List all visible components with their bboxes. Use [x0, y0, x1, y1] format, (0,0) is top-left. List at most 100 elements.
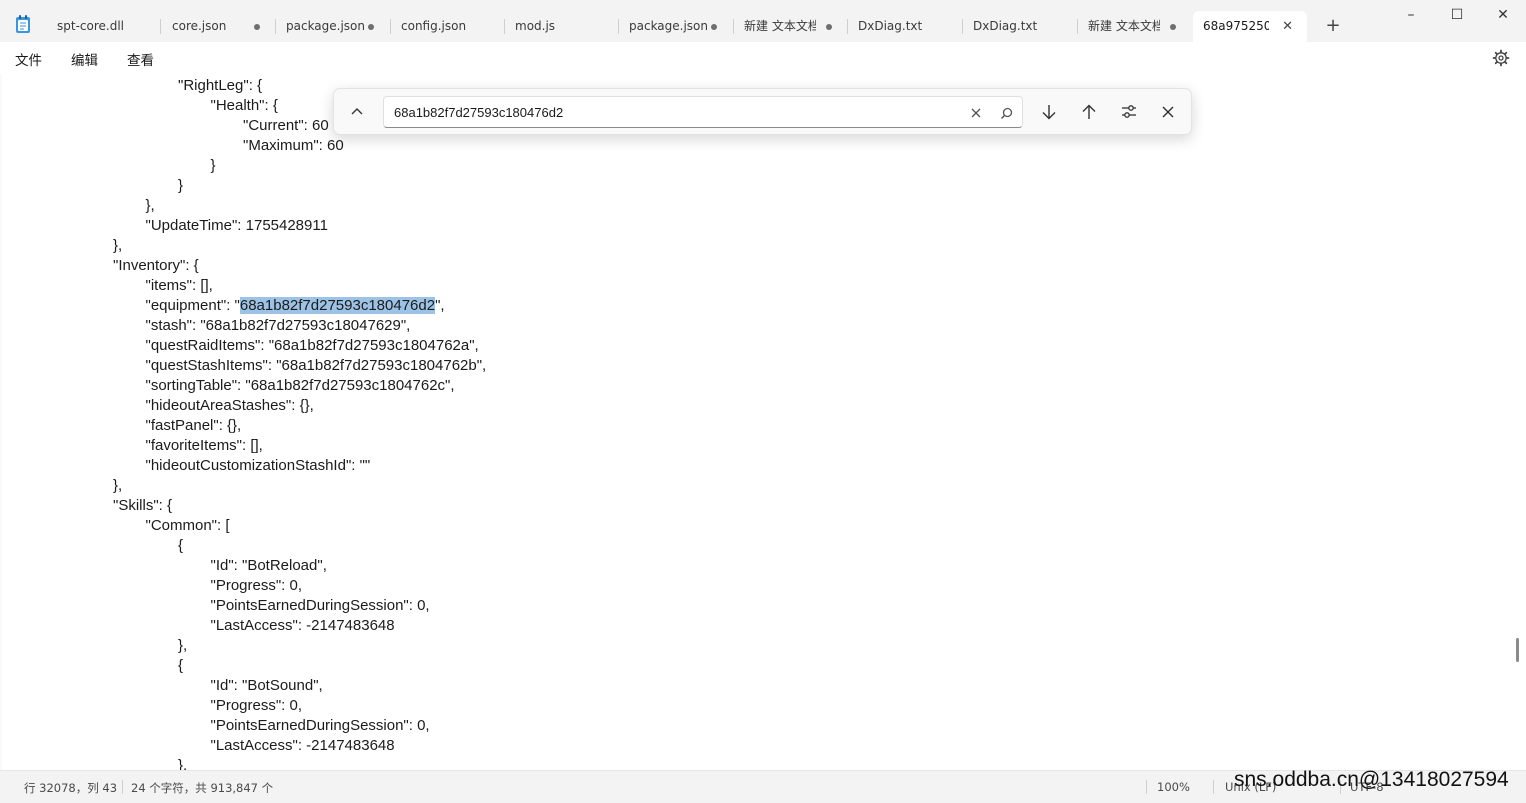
code-line: }, — [178, 757, 188, 770]
minimize-button[interactable]: – — [1388, 0, 1434, 30]
code-line: "PointsEarnedDuringSession": 0, — [210, 597, 430, 614]
tab-label: 新建 文本文档 — [744, 19, 816, 33]
unsaved-dot-icon — [1170, 24, 1176, 30]
code-line: } — [178, 177, 184, 194]
code-line: "PointsEarnedDuringSession": 0, — [210, 717, 430, 734]
search-options-button[interactable] — [1116, 99, 1142, 125]
code-line: }, — [113, 477, 123, 494]
search-icon — [1000, 107, 1012, 119]
search-match-highlight: 68a1b82f7d27593c180476d2 — [239, 297, 436, 314]
tab-package-json-2[interactable]: package.json — [619, 11, 734, 42]
tab-label: package.json — [286, 19, 366, 33]
code-line: "Inventory": { — [113, 257, 199, 274]
unsaved-dot-icon — [826, 24, 832, 30]
arrow-up-icon — [1082, 104, 1096, 119]
find-previous-button[interactable] — [1076, 99, 1102, 125]
menu-bar: 文件 编辑 查看 — [0, 42, 1526, 74]
tab-active-file[interactable]: 68a9752500 ✕ — [1193, 11, 1307, 42]
tab-strip: spt-core.dll core.json package.json conf… — [0, 0, 1526, 42]
code-line: "favoriteItems": [], — [145, 437, 263, 454]
tab-new-text-doc-2[interactable]: 新建 文本文档 — [1078, 11, 1192, 42]
zoom-level[interactable]: 100% — [1157, 780, 1190, 794]
code-line: "hideoutAreaStashes": {}, — [145, 397, 314, 414]
tab-new-text-doc[interactable]: 新建 文本文档 — [734, 11, 848, 42]
find-panel — [333, 88, 1192, 135]
tab-label: 新建 文本文档 — [1088, 19, 1160, 33]
watermark-text: sns.oddba.cn@13418027594 — [1234, 768, 1509, 791]
code-line: "RightLeg": { — [178, 77, 263, 94]
code-line: "Skills": { — [113, 497, 172, 514]
text-editor-area[interactable]: "RightLeg": { "Health": { "Current": 60 "Ma… — [0, 74, 1526, 770]
code-line: "fastPanel": {}, — [145, 417, 242, 434]
code-line: }, — [145, 197, 155, 214]
code-line: "Maximum": 60 — [243, 137, 344, 154]
tab-package-json[interactable]: package.json — [276, 11, 391, 42]
tab-config-json[interactable]: config.json — [391, 11, 505, 42]
code-line: }, — [113, 237, 123, 254]
status-divider — [1146, 780, 1147, 794]
tab-dxdiag-txt[interactable]: DxDiag.txt — [848, 11, 963, 42]
menu-edit[interactable]: 编辑 — [71, 49, 98, 69]
status-divider — [122, 780, 123, 794]
character-count: 24 个字符，共 913,847 个 — [131, 781, 274, 795]
tab-label: 68a9752500 — [1203, 19, 1269, 33]
unsaved-dot-icon — [711, 24, 717, 30]
tab-label: spt-core.dll — [57, 19, 124, 33]
tab-label: config.json — [401, 19, 467, 33]
code-line: "Id": "BotReload", — [210, 557, 327, 574]
code-line: "LastAccess": -2147483648 — [210, 617, 395, 634]
tab-core-json[interactable]: core.json — [162, 11, 276, 42]
cursor-position: 行 32078，列 43 — [24, 781, 118, 795]
clear-icon — [971, 108, 981, 118]
chevron-up-icon — [351, 108, 363, 115]
notepad-app-icon — [16, 15, 30, 33]
code-line: "items": [], — [145, 277, 213, 294]
code-line: "equipment": "68a1b82f7d27593c180476d2", — [145, 297, 445, 314]
tab-label: DxDiag.txt — [973, 19, 1038, 33]
menu-file[interactable]: 文件 — [15, 49, 42, 69]
code-line: "Health": { — [210, 97, 278, 114]
clear-search-button[interactable] — [966, 103, 986, 123]
close-find-button[interactable] — [1155, 99, 1181, 125]
code-line: } — [210, 157, 216, 174]
tab-label: core.json — [172, 19, 227, 33]
search-button[interactable] — [996, 103, 1016, 123]
code-line: "LastAccess": -2147483648 — [210, 737, 395, 754]
sliders-icon — [1122, 105, 1136, 118]
toggle-replace-button[interactable] — [344, 99, 370, 125]
unsaved-dot-icon — [254, 24, 260, 30]
code-line: "Common": [ — [145, 517, 230, 534]
code-line: "Progress": 0, — [210, 697, 303, 714]
tab-spt-core-dll[interactable]: spt-core.dll — [47, 11, 161, 42]
menu-view[interactable]: 查看 — [127, 49, 154, 69]
code-line: }, — [178, 637, 188, 654]
new-tab-button[interactable]: + — [1322, 12, 1344, 40]
unsaved-dot-icon — [368, 24, 374, 30]
arrow-down-icon — [1042, 105, 1056, 120]
code-line: "UpdateTime": 1755428911 — [145, 217, 328, 234]
tab-label: mod.js — [515, 19, 556, 33]
code-line: "stash": "68a1b82f7d27593c18047629", — [145, 317, 411, 334]
code-line: "Progress": 0, — [210, 577, 303, 594]
close-icon — [1162, 106, 1174, 118]
code-line: "questRaidItems": "68a1b82f7d27593c18047… — [145, 337, 479, 354]
maximize-button[interactable]: ☐ — [1434, 0, 1480, 30]
find-input[interactable] — [383, 96, 1023, 128]
tab-label: package.json — [629, 19, 709, 33]
settings-gear-icon[interactable] — [1492, 49, 1510, 67]
close-window-button[interactable]: ✕ — [1480, 0, 1526, 30]
code-line: "Current": 60 — [243, 117, 329, 134]
tab-dxdiag-txt-2[interactable]: DxDiag.txt — [963, 11, 1078, 42]
tab-close-icon[interactable]: ✕ — [1282, 11, 1293, 42]
code-line: "sortingTable": "68a1b82f7d27593c1804762… — [145, 377, 455, 394]
code-line: "Id": "BotSound", — [210, 677, 323, 694]
code-line: "hideoutCustomizationStashId": "" — [145, 457, 371, 474]
tab-mod-js[interactable]: mod.js — [505, 11, 619, 42]
vertical-scrollbar-thumb[interactable] — [1516, 638, 1519, 662]
code-line: { — [178, 657, 184, 674]
code-line: "questStashItems": "68a1b82f7d27593c1804… — [145, 357, 487, 374]
status-divider — [1213, 780, 1214, 794]
find-next-button[interactable] — [1036, 99, 1062, 125]
code-line: { — [178, 537, 184, 554]
editor-gutter — [0, 74, 2, 770]
